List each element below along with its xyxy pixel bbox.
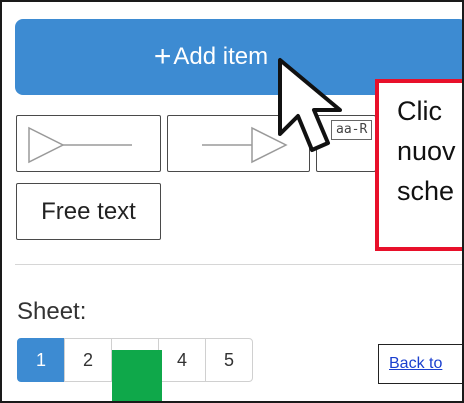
mouse-pointer-icon <box>278 58 342 152</box>
app-frame: + Add item aa-R Free text Sheet: 1 2 3 4… <box>0 0 464 403</box>
free-text-button[interactable]: Free text <box>16 183 161 240</box>
shape-button-triangle-wire[interactable] <box>16 115 161 172</box>
callout-line-3: sche <box>397 176 455 206</box>
sheet-label: Sheet: <box>17 298 87 325</box>
sheet-page-1[interactable]: 1 <box>17 338 65 382</box>
sheet-page-4[interactable]: 4 <box>158 338 206 382</box>
plus-icon: + <box>153 40 172 73</box>
sheet-page-5[interactable]: 5 <box>205 338 253 382</box>
callout-line-1: Clic <box>397 96 442 126</box>
green-marker <box>112 350 162 401</box>
instruction-callout: Clic nuov sche <box>375 79 462 251</box>
add-item-label: Add item <box>173 43 269 70</box>
back-link[interactable]: Back to <box>378 344 462 384</box>
triangle-wire-left-icon <box>28 126 132 164</box>
callout-line-2: nuov <box>397 136 456 166</box>
divider <box>15 264 462 265</box>
sheet-page-2[interactable]: 2 <box>64 338 112 382</box>
